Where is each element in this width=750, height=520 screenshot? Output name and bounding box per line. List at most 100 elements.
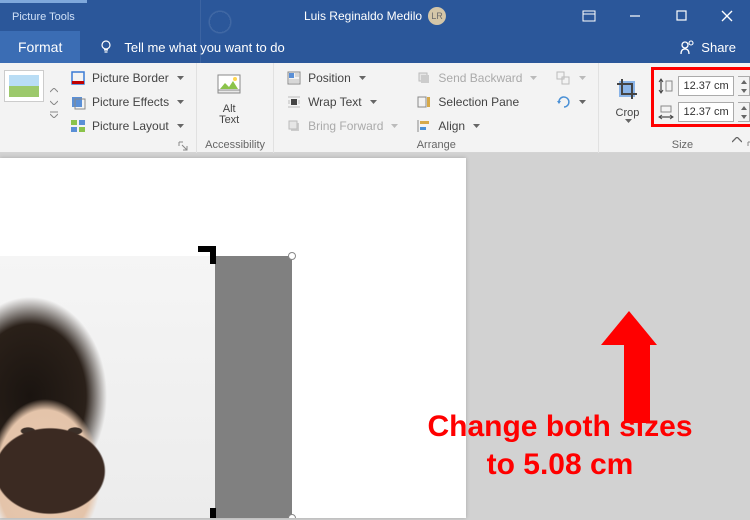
group-label-size: Size [672,139,693,151]
crop-handle[interactable] [198,246,216,252]
selection-pane-icon [416,94,432,110]
rotate-button[interactable] [551,91,590,113]
selection-handle-bottom[interactable] [288,514,296,518]
photo-content [0,256,215,518]
group-accessibility: Alt Text Accessibility [197,63,274,153]
width-row [658,102,750,122]
alt-text-button[interactable]: Alt Text [205,67,253,126]
alt-text-icon [213,69,245,101]
minimize-button[interactable] [612,0,658,31]
send-backward-icon [416,70,432,86]
spinner-up-icon [738,77,749,86]
chevron-down-icon [50,100,58,105]
position-button[interactable]: Position [282,67,402,89]
crop-icon [611,73,643,105]
contextual-tab-label: Picture Tools [12,11,75,23]
spinner-up-icon [738,103,749,112]
style-gallery-more-button[interactable] [50,84,58,96]
height-spinner[interactable] [738,76,750,96]
rotate-icon [555,94,571,110]
picture-layout-button[interactable]: Picture Layout [66,115,188,137]
minimize-icon [629,10,641,22]
group-objects-button[interactable] [551,67,590,89]
ribbon: Picture Border Picture Effects Picture L… [0,63,750,153]
lightbulb-icon [98,39,114,55]
picture-layout-icon [70,118,86,134]
crop-overlay [215,256,292,518]
share-label: Share [701,40,736,55]
bring-forward-icon [286,118,302,134]
dialog-launcher-picture-styles[interactable] [178,141,188,151]
selection-pane-label: Selection Pane [438,95,519,109]
user-name: Luis Reginaldo Medilo [304,9,422,23]
width-icon [658,104,674,120]
selection-handle-top[interactable] [288,252,296,260]
group-size: Crop [599,63,750,153]
position-icon [286,70,302,86]
group-objects-icon [555,70,571,86]
collapse-ribbon-button[interactable] [732,130,742,148]
window-controls [566,0,750,31]
annotation-line2: to 5.08 cm [487,448,634,481]
wrap-text-label: Wrap Text [308,95,362,109]
picture-style-gallery[interactable] [4,67,44,137]
tell-me-search[interactable]: Tell me what you want to do [80,39,284,55]
tab-format-label: Format [18,39,62,55]
picture-style-thumbnail-icon [4,70,44,102]
share-icon [679,39,695,55]
picture-effects-button[interactable]: Picture Effects [66,91,188,113]
picture-border-icon [70,70,86,86]
selection-pane-button[interactable]: Selection Pane [412,91,541,113]
close-button[interactable] [704,0,750,31]
document-user: Luis Reginaldo Medilo LR [304,7,446,25]
annotation-line1: Change both sizes [427,410,692,443]
group-picture-styles: Picture Border Picture Effects Picture L… [0,63,197,153]
tab-format[interactable]: Format [0,31,80,63]
dropdown-caret-icon [177,100,184,104]
wrap-text-button[interactable]: Wrap Text [282,91,402,113]
maximize-icon [676,10,687,21]
style-gallery-expand-button[interactable] [50,108,58,120]
maximize-button[interactable] [658,0,704,31]
align-label: Align [438,119,465,133]
user-initials: LR [431,11,443,21]
picture-border-button[interactable]: Picture Border [66,67,188,89]
height-input[interactable] [678,76,734,96]
wrap-text-icon [286,94,302,110]
bring-forward-button[interactable]: Bring Forward [282,115,402,137]
close-icon [721,10,733,22]
height-icon [658,78,674,94]
dropdown-caret-icon [625,119,632,123]
selected-picture[interactable] [0,256,292,518]
crop-button[interactable]: Crop [607,67,647,127]
document-area: Change both sizes to 5.08 cm [0,153,750,520]
style-gallery-scroll-button[interactable] [50,96,58,108]
ribbon-display-options-button[interactable] [566,0,612,31]
contextual-tab-picture-tools[interactable]: Picture Tools [0,0,87,31]
width-input[interactable] [678,102,734,122]
align-icon [416,118,432,134]
share-button[interactable]: Share [679,39,736,55]
picture-layout-label: Picture Layout [92,119,169,133]
width-spinner[interactable] [738,102,750,122]
send-backward-label: Send Backward [438,71,522,85]
crop-label: Crop [616,107,640,119]
spinner-down-icon [738,86,749,95]
dropdown-caret-icon [177,76,184,80]
dropdown-caret-icon [370,100,377,104]
dropdown-caret-icon [177,124,184,128]
picture-effects-label: Picture Effects [92,95,169,109]
picture-border-label: Picture Border [92,71,169,85]
align-button[interactable]: Align [412,115,541,137]
chevron-bar-down-icon [50,111,58,118]
title-bar: Picture Tools Luis Reginaldo Medilo LR [0,0,750,63]
user-avatar[interactable]: LR [428,7,446,25]
send-backward-button[interactable]: Send Backward [412,67,541,89]
crop-handle[interactable] [210,508,216,518]
group-label-arrange: Arrange [417,139,456,151]
picture-effects-icon [70,94,86,110]
bring-forward-label: Bring Forward [308,119,383,133]
dropdown-caret-icon [579,76,586,80]
group-arrange: Position Wrap Text Bring Forward Sen [274,63,599,153]
height-row [658,76,750,96]
